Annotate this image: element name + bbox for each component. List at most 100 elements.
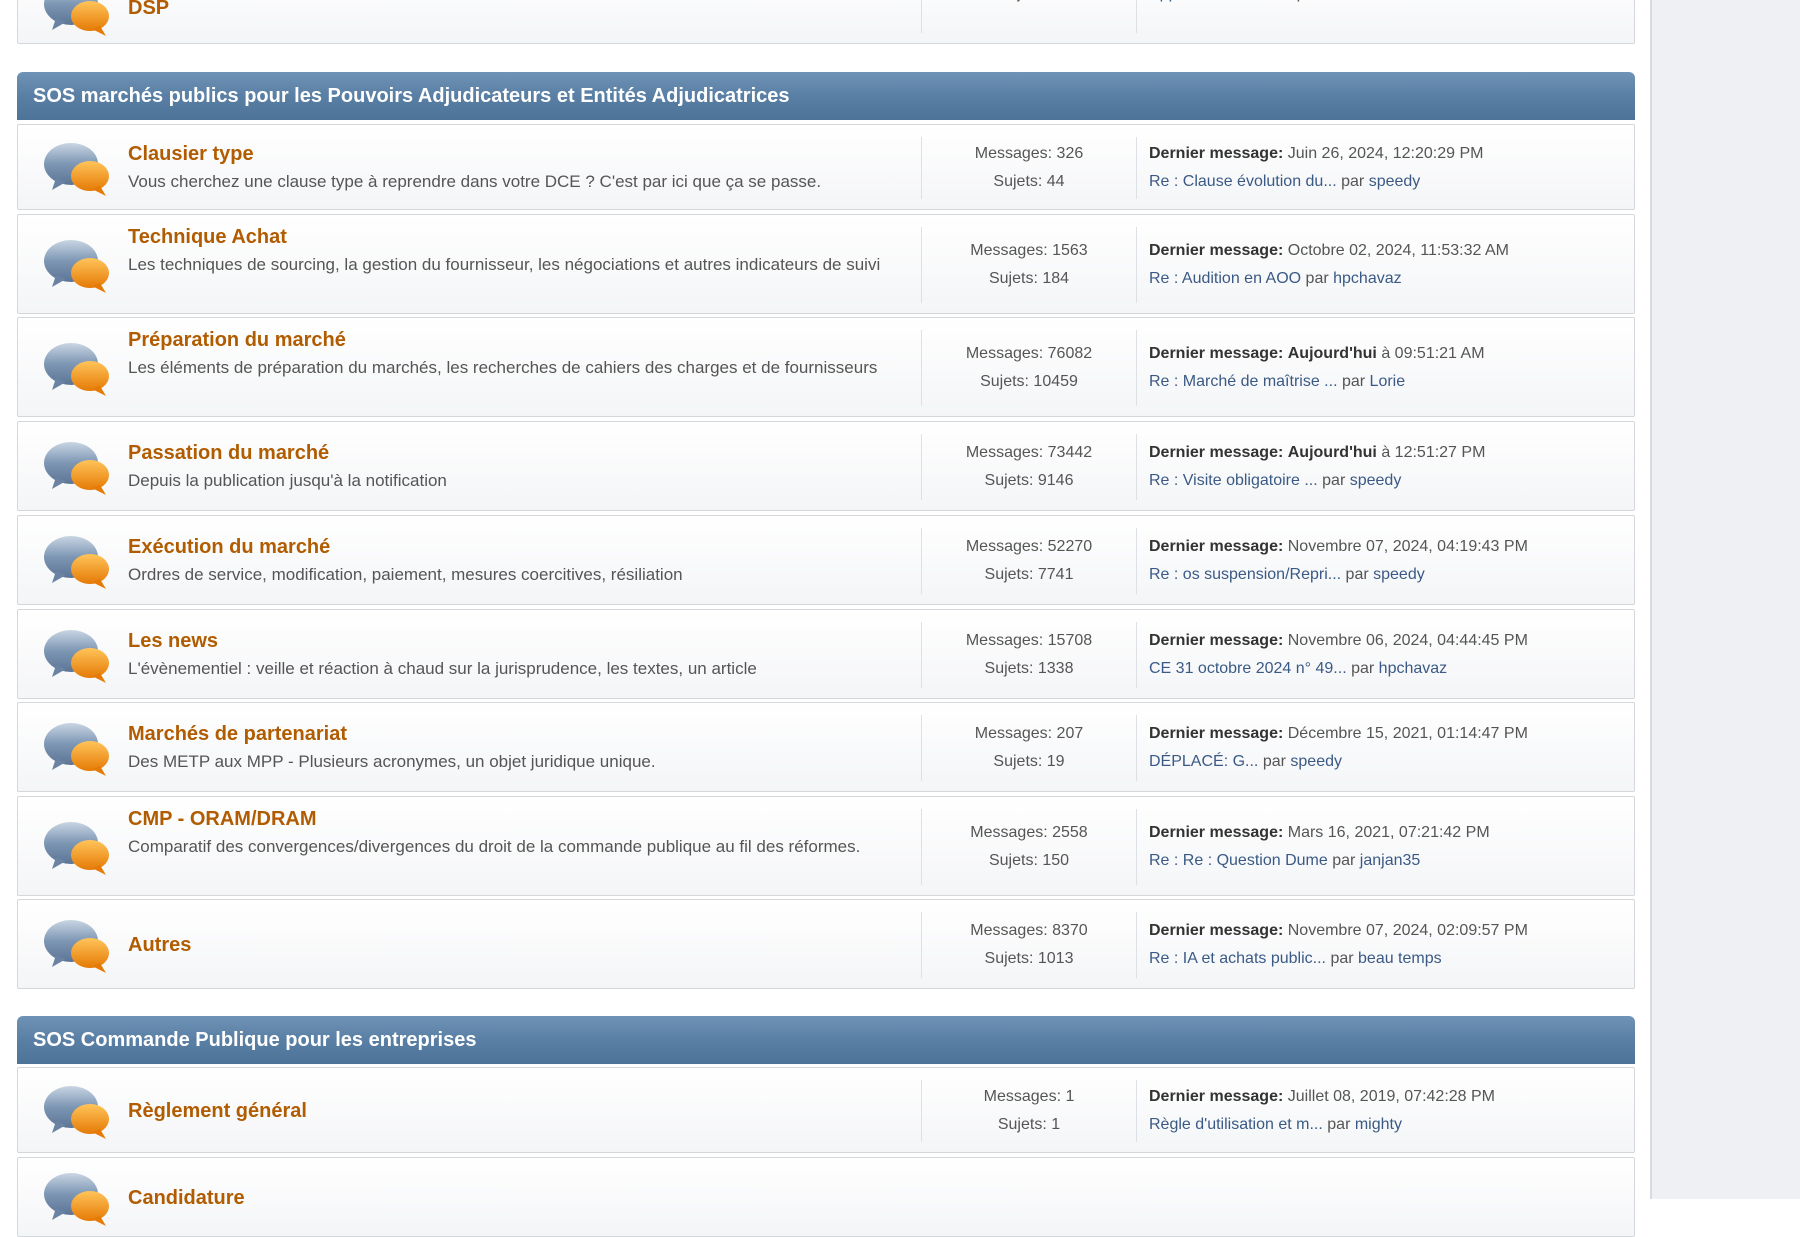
- last-post-date-line: Dernier message: Décembre 15, 2021, 01:1…: [1149, 720, 1629, 748]
- last-post-author-link[interactable]: speedy: [1290, 753, 1342, 770]
- board-title-link[interactable]: Technique Achat: [128, 223, 918, 251]
- board-row: Passation du marché Depuis la publication…: [17, 421, 1635, 511]
- column-divider: [1136, 912, 1137, 978]
- last-post: Dernier message: Novembre 07, 2024, 04:1…: [1149, 533, 1629, 589]
- board-title-link[interactable]: Clausier type: [128, 140, 918, 168]
- board-description: Les éléments de préparation du marchés, …: [128, 358, 878, 377]
- last-post-topic-line: Appel à mobilisation par Ororo Munroe: [1149, 0, 1629, 8]
- board-title-link[interactable]: Règlement général: [128, 1097, 918, 1125]
- last-post-label: Dernier message:: [1149, 1088, 1284, 1105]
- last-post-topic-line: Re : Clause évolution du... par speedy: [1149, 168, 1629, 196]
- board-info: Marchés de partenariat Des METP aux MPP -…: [128, 720, 918, 776]
- column-divider: [1136, 622, 1137, 688]
- by-label: par: [1330, 950, 1354, 967]
- board-info: Exécution du marché Ordres de service, mo…: [128, 533, 918, 589]
- last-post-time: à 09:51:21 AM: [1381, 345, 1485, 362]
- column-divider: [921, 434, 922, 500]
- board-title-link[interactable]: Marchés de partenariat: [128, 720, 918, 748]
- topics-count: Sujets: 10459: [980, 373, 1078, 390]
- last-post-topic-link[interactable]: Re : Visite obligatoire ...: [1149, 472, 1318, 489]
- last-post-date: Mars 16, 2021, 07:21:42 PM: [1287, 824, 1490, 841]
- board-title-link[interactable]: Autres: [128, 931, 918, 959]
- board-info: Autres: [128, 931, 918, 959]
- last-post-author-link[interactable]: speedy: [1350, 472, 1402, 489]
- last-post-author-link[interactable]: hpchavaz: [1333, 270, 1402, 287]
- topics-count: Sujets: 150: [988, 852, 1070, 869]
- messages-count: Messages: 52270: [965, 538, 1093, 555]
- board-row: Règlement général Messages: 1 Sujets: 1 Der…: [17, 1067, 1635, 1153]
- last-post-topic-link[interactable]: Re : Re : Question Dume: [1149, 852, 1328, 869]
- last-post-topic-link[interactable]: Règle d'utilisation et m...: [1149, 1116, 1323, 1133]
- messages-count: Messages: 76082: [965, 345, 1093, 362]
- column-divider: [921, 0, 922, 33]
- column-divider: [921, 809, 922, 885]
- last-post-topic-link[interactable]: Re : IA et achats public...: [1149, 950, 1326, 967]
- last-post-date-line: Dernier message: Novembre 06, 2024, 04:4…: [1149, 627, 1629, 655]
- last-post-topic-link[interactable]: DÉPLACÉ: G...: [1149, 753, 1258, 770]
- board-title-link[interactable]: Les news: [128, 627, 918, 655]
- board-stats: Messages: 1563 Sujets: 184: [923, 237, 1135, 293]
- category-header[interactable]: SOS Commande Publique pour les entrepris…: [17, 1016, 1635, 1064]
- board-row: Préparation du marché Les éléments de pré…: [17, 317, 1635, 417]
- speech-bubbles-icon: [42, 235, 110, 295]
- last-post-topic-link[interactable]: Appel à mobilisation: [1149, 0, 1292, 2]
- board-title-link[interactable]: Candidature: [128, 1184, 918, 1212]
- last-post-topic-line: Règle d'utilisation et m... par mighty: [1149, 1111, 1629, 1139]
- last-post: Dernier message: Juin 26, 2024, 12:20:29…: [1149, 140, 1629, 196]
- board-row: Les news L'évènementiel : veille et réact…: [17, 609, 1635, 699]
- last-post-topic-link[interactable]: Re : os suspension/Repri...: [1149, 566, 1341, 583]
- last-post-topic-line: Re : Re : Question Dume par janjan35: [1149, 847, 1629, 875]
- board-stats: Messages: 2558 Sujets: 150: [923, 819, 1135, 875]
- last-post-author-link[interactable]: mighty: [1355, 1116, 1402, 1133]
- board-row: Marchés de partenariat Des METP aux MPP -…: [17, 702, 1635, 792]
- column-divider: [1136, 434, 1137, 500]
- column-divider: [1136, 137, 1137, 199]
- last-post-date: Aujourd'hui: [1287, 345, 1377, 362]
- messages-count: Messages: 1563: [970, 242, 1088, 259]
- last-post-author-link[interactable]: beau temps: [1358, 950, 1442, 967]
- last-post-topic-link[interactable]: Re : Marché de maîtrise ...: [1149, 373, 1338, 390]
- by-label: par: [1332, 852, 1356, 869]
- board-description: Des METP aux MPP - Plusieurs acronymes, …: [128, 752, 656, 771]
- topics-count: Sujets: 44: [993, 173, 1065, 190]
- column-divider: [1136, 1080, 1137, 1142]
- messages-count: Messages: 8370: [970, 922, 1088, 939]
- board-title-link[interactable]: Exécution du marché: [128, 533, 918, 561]
- last-post-author-link[interactable]: speedy: [1373, 566, 1425, 583]
- column-divider: [1136, 809, 1137, 885]
- board-title-link[interactable]: DSP: [128, 0, 918, 22]
- last-post-author-link[interactable]: hpchavaz: [1379, 660, 1448, 677]
- board-title-link[interactable]: Passation du marché: [128, 439, 918, 467]
- board-title-link[interactable]: CMP - ORAM/DRAM: [128, 805, 918, 833]
- messages-count: Messages: 2558: [970, 824, 1088, 841]
- category-header[interactable]: SOS marchés publics pour les Pouvoirs Ad…: [17, 72, 1635, 120]
- last-post-label: Dernier message:: [1149, 538, 1284, 555]
- board-row: CMP - ORAM/DRAM Comparatif des convergenc…: [17, 796, 1635, 896]
- last-post-author-link[interactable]: speedy: [1369, 173, 1421, 190]
- by-label: par: [1297, 0, 1320, 2]
- topics-count: Sujets: 7741: [984, 566, 1074, 583]
- last-post-topic-line: Re : Marché de maîtrise ... par Lorie: [1149, 368, 1629, 396]
- speech-bubbles-icon: [42, 1081, 110, 1141]
- last-post-author-link[interactable]: Ororo Munroe: [1324, 0, 1424, 2]
- by-label: par: [1351, 660, 1375, 677]
- last-post-topic-link[interactable]: Re : Clause évolution du...: [1149, 173, 1337, 190]
- board-stats: Messages: 207 Sujets: 19: [923, 720, 1135, 776]
- board-description: Vous cherchez une clause type à reprendr…: [128, 172, 822, 191]
- board-title-link[interactable]: Préparation du marché: [128, 326, 918, 354]
- board-description: Les techniques de sourcing, la gestion d…: [128, 255, 881, 274]
- board-info: Clausier type Vous cherchez une clause ty…: [128, 140, 918, 196]
- board-info: CMP - ORAM/DRAM Comparatif des convergenc…: [128, 805, 918, 861]
- last-post-author-link[interactable]: Lorie: [1370, 373, 1406, 390]
- column-divider: [921, 1080, 922, 1142]
- last-post-label: Dernier message:: [1149, 444, 1284, 461]
- by-label: par: [1345, 566, 1369, 583]
- last-post-date: Novembre 06, 2024, 04:44:45 PM: [1287, 632, 1528, 649]
- board-stats: Messages: 15708 Sujets: 1338: [923, 627, 1135, 683]
- messages-count: Messages: 73442: [965, 444, 1093, 461]
- last-post-author-link[interactable]: janjan35: [1360, 852, 1421, 869]
- last-post-topic-link[interactable]: CE 31 octobre 2024 n° 49...: [1149, 660, 1347, 677]
- last-post-date: Juin 26, 2024, 12:20:29 PM: [1287, 145, 1484, 162]
- by-label: par: [1327, 1116, 1351, 1133]
- last-post-topic-link[interactable]: Re : Audition en AOO: [1149, 270, 1301, 287]
